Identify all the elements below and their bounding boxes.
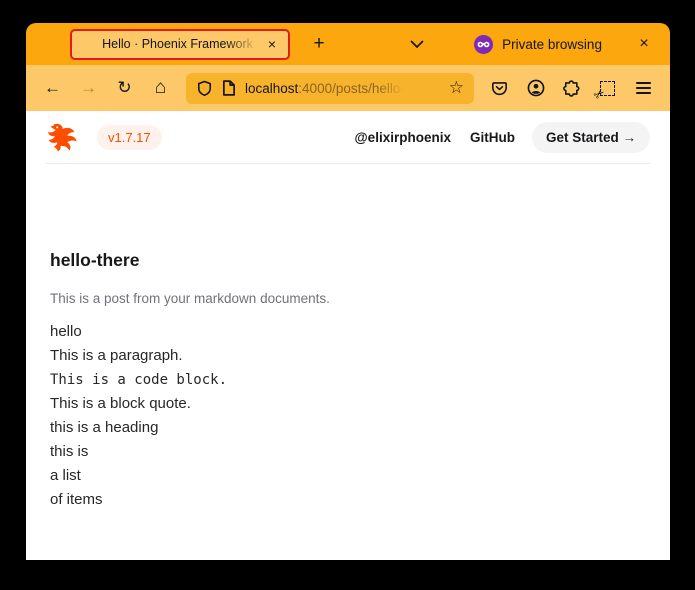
post-line-paragraph: This is a paragraph. <box>50 344 646 368</box>
post-line-hello: hello <box>50 320 646 344</box>
tab-close-icon[interactable]: × <box>263 35 281 53</box>
post-heading-line: this is a heading <box>50 416 646 440</box>
post-code-block: This is a code block. <box>50 368 646 392</box>
address-bar[interactable]: localhost:4000/posts/hello-t ☆ <box>186 73 474 104</box>
reload-button[interactable]: ↻ <box>110 74 139 103</box>
list-all-tabs-button[interactable] <box>404 31 430 57</box>
page-security-icon[interactable] <box>222 80 236 96</box>
url-path: :4000/posts/hello-t <box>298 81 408 96</box>
page-content: v1.7.17 @elixirphoenix GitHub Get Starte… <box>26 111 670 560</box>
menu-button[interactable] <box>629 74 658 103</box>
extensions-button[interactable] <box>557 74 586 103</box>
version-badge: v1.7.17 <box>97 125 162 150</box>
tab-hello-phoenix[interactable]: Hello · Phoenix Framework × <box>70 29 290 60</box>
private-browsing-label: Private browsing <box>502 37 602 52</box>
navigation-toolbar: ← → ↻ ⌂ localhost:4000/posts/hello-t ☆ <box>26 65 670 111</box>
account-button[interactable] <box>521 74 550 103</box>
screenshot-extension-button[interactable]: ✂ <box>593 74 622 103</box>
browser-window: Hello · Phoenix Framework × + Private br… <box>26 23 670 560</box>
post-article: hello-there This is a post from your mar… <box>26 164 670 512</box>
post-block-quote: This is a block quote. <box>50 392 646 416</box>
post-list-item-2: a list <box>50 464 646 488</box>
phoenix-logo[interactable] <box>46 122 84 153</box>
pocket-button[interactable] <box>485 74 514 103</box>
account-icon <box>527 79 545 97</box>
post-list-item-3: of items <box>50 488 646 512</box>
post-subtitle: This is a post from your markdown docume… <box>50 289 646 309</box>
get-started-button[interactable]: Get Started → <box>532 122 650 153</box>
bookmark-star-icon[interactable]: ☆ <box>449 78 464 98</box>
forward-button[interactable]: → <box>74 74 103 103</box>
url-text: localhost:4000/posts/hello-t <box>245 81 440 96</box>
url-host: localhost <box>245 81 298 96</box>
private-browsing-indicator: Private browsing <box>474 35 602 54</box>
shield-icon[interactable] <box>196 80 213 97</box>
back-button[interactable]: ← <box>38 74 67 103</box>
tab-title: Hello · Phoenix Framework <box>92 37 263 51</box>
scissors-glyph: ✂ <box>590 84 609 103</box>
post-title: hello-there <box>50 250 646 271</box>
chevron-down-icon <box>410 40 424 49</box>
pocket-icon <box>491 80 508 97</box>
window-close-button[interactable]: × <box>632 32 656 56</box>
nav-link-elixirphoenix[interactable]: @elixirphoenix <box>355 130 451 145</box>
screenshot-icon: ✂ <box>600 81 615 96</box>
tab-strip: Hello · Phoenix Framework × + Private br… <box>26 23 670 65</box>
site-header: v1.7.17 @elixirphoenix GitHub Get Starte… <box>26 111 670 163</box>
private-mask-icon <box>474 35 493 54</box>
puzzle-icon <box>563 80 580 97</box>
hamburger-menu-icon <box>636 82 651 94</box>
home-button[interactable]: ⌂ <box>146 74 175 103</box>
new-tab-button[interactable]: + <box>306 31 332 57</box>
post-list-item-1: this is <box>50 440 646 464</box>
nav-link-github[interactable]: GitHub <box>470 130 515 145</box>
